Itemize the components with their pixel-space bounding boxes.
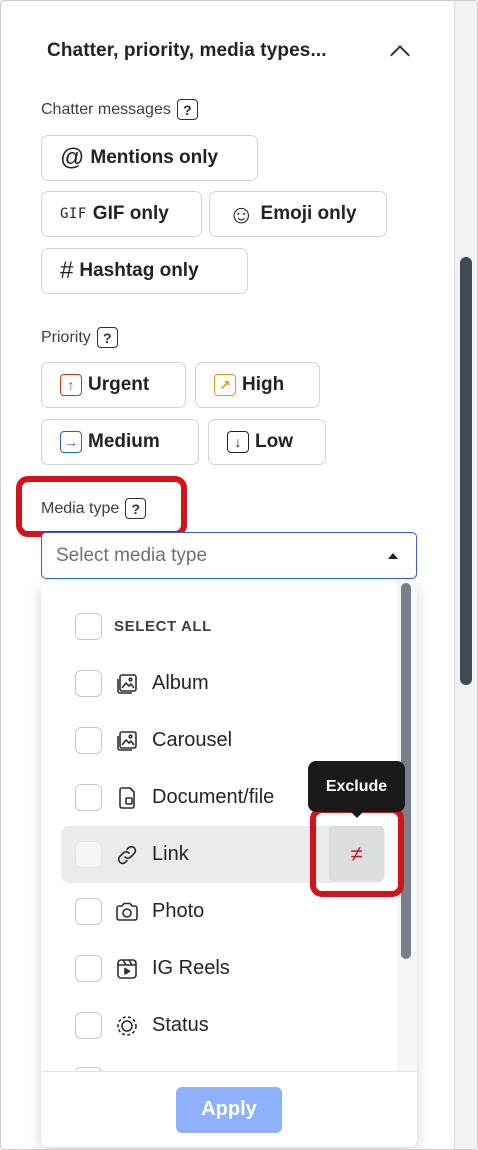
chip-urgent[interactable]: ↑ Urgent: [41, 362, 186, 408]
checkbox[interactable]: [75, 898, 102, 925]
at-icon: @: [60, 144, 85, 171]
option-label: Album: [152, 672, 209, 694]
option-album[interactable]: Album: [61, 655, 385, 712]
arrow-up-icon: ↑: [60, 374, 82, 396]
media-label: Media type: [41, 499, 120, 517]
chip-gif-only[interactable]: GIF GIF only: [41, 191, 202, 237]
help-icon[interactable]: ?: [96, 327, 118, 348]
checkbox[interactable]: [75, 727, 102, 754]
chip-mentions-only[interactable]: @ Mentions only: [41, 135, 258, 181]
option-ig-reels[interactable]: IG Reels: [61, 940, 385, 997]
link-icon: [114, 842, 140, 868]
status-icon: [114, 1013, 140, 1039]
chatter-label: Chatter messages: [41, 100, 171, 118]
chip-label: High: [242, 374, 285, 395]
section-title: Chatter, priority, media types...: [47, 40, 327, 61]
carousel-icon: [114, 728, 140, 754]
dropdown-footer: Apply: [41, 1071, 417, 1147]
caret-up-icon: [388, 552, 398, 559]
reels-icon: [114, 956, 140, 982]
checkbox[interactable]: [75, 1012, 102, 1039]
chip-high[interactable]: ↗ High: [195, 362, 320, 408]
outer-scroll-thumb[interactable]: [460, 257, 472, 685]
chip-label: Hashtag only: [79, 260, 199, 281]
exclude-tooltip: Exclude: [308, 761, 405, 812]
checkbox[interactable]: [75, 841, 102, 868]
gif-icon: GIF: [60, 206, 87, 222]
filter-panel: Chatter, priority, media types... Chatte…: [0, 0, 478, 1150]
apply-button[interactable]: Apply: [176, 1086, 282, 1133]
select-placeholder: Select media type: [56, 544, 208, 566]
select-all-label: SELECT ALL: [114, 618, 212, 635]
chevron-up-icon[interactable]: [390, 45, 410, 65]
not-equal-icon: ≠: [350, 840, 363, 866]
option-photo[interactable]: Photo: [61, 883, 385, 940]
checkbox[interactable]: [75, 955, 102, 982]
priority-label: Priority: [41, 328, 91, 346]
option-label: Link: [152, 843, 189, 865]
help-icon[interactable]: ?: [125, 498, 147, 519]
chip-label: GIF only: [92, 203, 169, 224]
section-header[interactable]: Chatter, priority, media types...: [47, 37, 427, 65]
priority-label-row: Priority ?: [41, 327, 118, 348]
chatter-label-row: Chatter messages ?: [41, 99, 198, 120]
exclude-button[interactable]: ≠: [329, 826, 384, 881]
chip-label: Low: [255, 431, 293, 452]
chip-label: Medium: [88, 431, 160, 452]
arrow-right-icon: →: [60, 431, 82, 453]
select-all-option[interactable]: SELECT ALL: [61, 598, 385, 655]
media-type-select[interactable]: Select media type: [41, 532, 417, 579]
option-label: Document/file: [152, 786, 275, 808]
smiley-icon: ☺: [228, 198, 255, 229]
chip-emoji-only[interactable]: ☺ Emoji only: [209, 191, 387, 237]
chip-hashtag-only[interactable]: # Hashtag only: [41, 248, 248, 294]
option-status[interactable]: Status: [61, 997, 385, 1054]
option-label: Photo: [152, 900, 205, 922]
checkbox[interactable]: [75, 784, 102, 811]
chip-label: Urgent: [88, 374, 150, 395]
chip-medium[interactable]: → Medium: [41, 419, 199, 465]
arrow-up-right-icon: ↗: [214, 374, 236, 396]
camera-icon: [114, 899, 140, 925]
document-icon: [114, 785, 140, 811]
option-label: IG Reels: [152, 957, 230, 979]
chip-label: Emoji only: [260, 203, 357, 224]
option-label: Status: [152, 1014, 209, 1036]
media-label-row: Media type ?: [41, 498, 147, 519]
checkbox[interactable]: [75, 670, 102, 697]
hashtag-icon: #: [60, 257, 74, 284]
help-icon[interactable]: ?: [176, 99, 198, 120]
album-icon: [114, 671, 140, 697]
chip-label: Mentions only: [90, 147, 219, 168]
chip-low[interactable]: ↓ Low: [208, 419, 326, 465]
option-label: Carousel: [152, 729, 233, 751]
checkbox[interactable]: [75, 613, 102, 640]
arrow-down-icon: ↓: [227, 431, 249, 453]
tooltip-arrow: [350, 811, 364, 818]
